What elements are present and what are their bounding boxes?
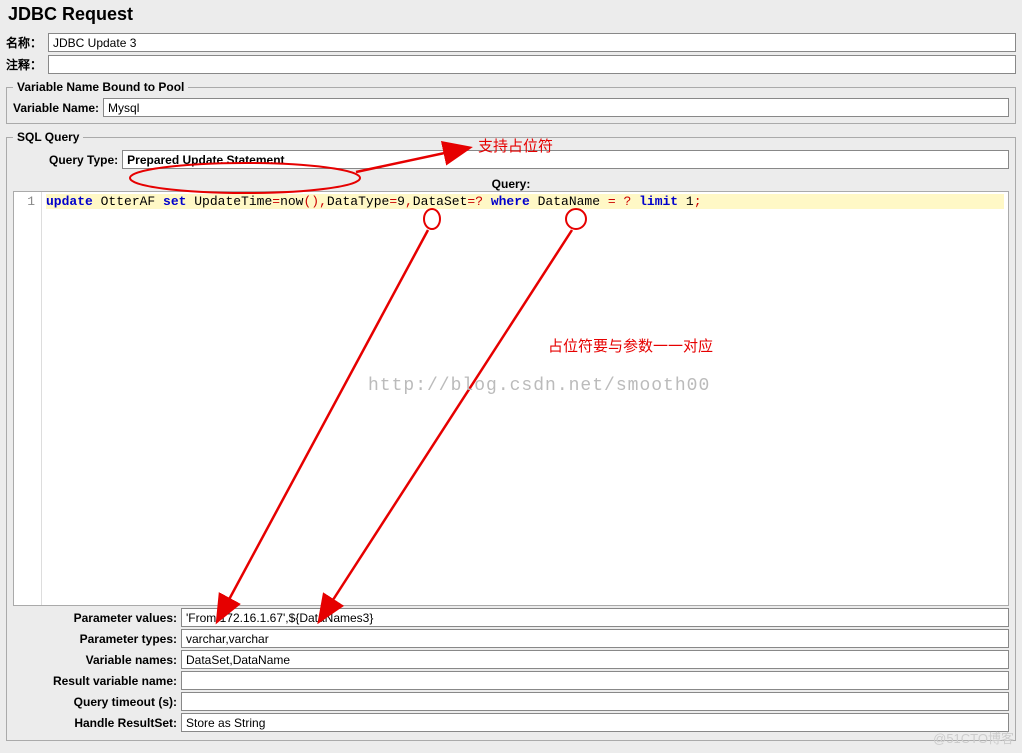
param-types-label: Parameter types: <box>13 632 181 646</box>
copyright-text: @51CTO博客 <box>933 728 1014 747</box>
handle-resultset-value: Store as String <box>186 716 265 730</box>
handle-resultset-select[interactable]: Store as String <box>181 713 1009 732</box>
varnames-label: Variable names: <box>13 653 181 667</box>
comment-row: 注释： <box>6 55 1016 74</box>
param-values-label: Parameter values: <box>13 611 181 625</box>
sql-fieldset: SQL Query Query Type: Prepared Update St… <box>6 130 1016 741</box>
query-header: Query: <box>13 177 1009 191</box>
pool-fieldset: Variable Name Bound to Pool Variable Nam… <box>6 80 1016 124</box>
comment-label: 注释： <box>6 56 44 73</box>
resultvar-input[interactable] <box>181 671 1009 690</box>
timeout-input[interactable] <box>181 692 1009 711</box>
handle-label: Handle ResultSet: <box>13 716 181 730</box>
annotation-text-1: 支持占位符 <box>478 135 553 156</box>
resultvar-label: Result variable name: <box>13 674 181 688</box>
query-type-label: Query Type: <box>49 153 118 167</box>
annotation-text-2: 占位符要与参数一一对应 <box>548 335 713 356</box>
variable-name-row: Variable Name: <box>13 98 1009 117</box>
sql-editor[interactable]: 1 update OtterAF set UpdateTime=now(),Da… <box>13 191 1009 606</box>
editor-code-area[interactable]: update OtterAF set UpdateTime=now(),Data… <box>42 192 1008 605</box>
param-types-input[interactable] <box>181 629 1009 648</box>
gutter-line-1: 1 <box>14 194 35 209</box>
name-input[interactable] <box>48 33 1016 52</box>
variable-name-input[interactable] <box>103 98 1009 117</box>
name-label: 名称： <box>6 34 44 51</box>
name-row: 名称： <box>6 33 1016 52</box>
jdbc-request-panel: JDBC Request 名称： 注释： Variable Name Bound… <box>0 0 1022 753</box>
pool-legend: Variable Name Bound to Pool <box>13 80 188 94</box>
param-values-input[interactable] <box>181 608 1009 627</box>
panel-title: JDBC Request <box>6 4 1016 25</box>
sql-line-1: update OtterAF set UpdateTime=now(),Data… <box>46 194 1004 209</box>
variable-name-label: Variable Name: <box>13 101 99 115</box>
timeout-label: Query timeout (s): <box>13 695 181 709</box>
sql-legend: SQL Query <box>13 130 83 144</box>
comment-input[interactable] <box>48 55 1016 74</box>
query-type-value: Prepared Update Statement <box>127 153 284 167</box>
editor-gutter: 1 <box>14 192 42 605</box>
params-section: Parameter values: Parameter types: Varia… <box>13 608 1009 732</box>
varnames-input[interactable] <box>181 650 1009 669</box>
query-type-select[interactable]: Prepared Update Statement <box>122 150 1009 169</box>
